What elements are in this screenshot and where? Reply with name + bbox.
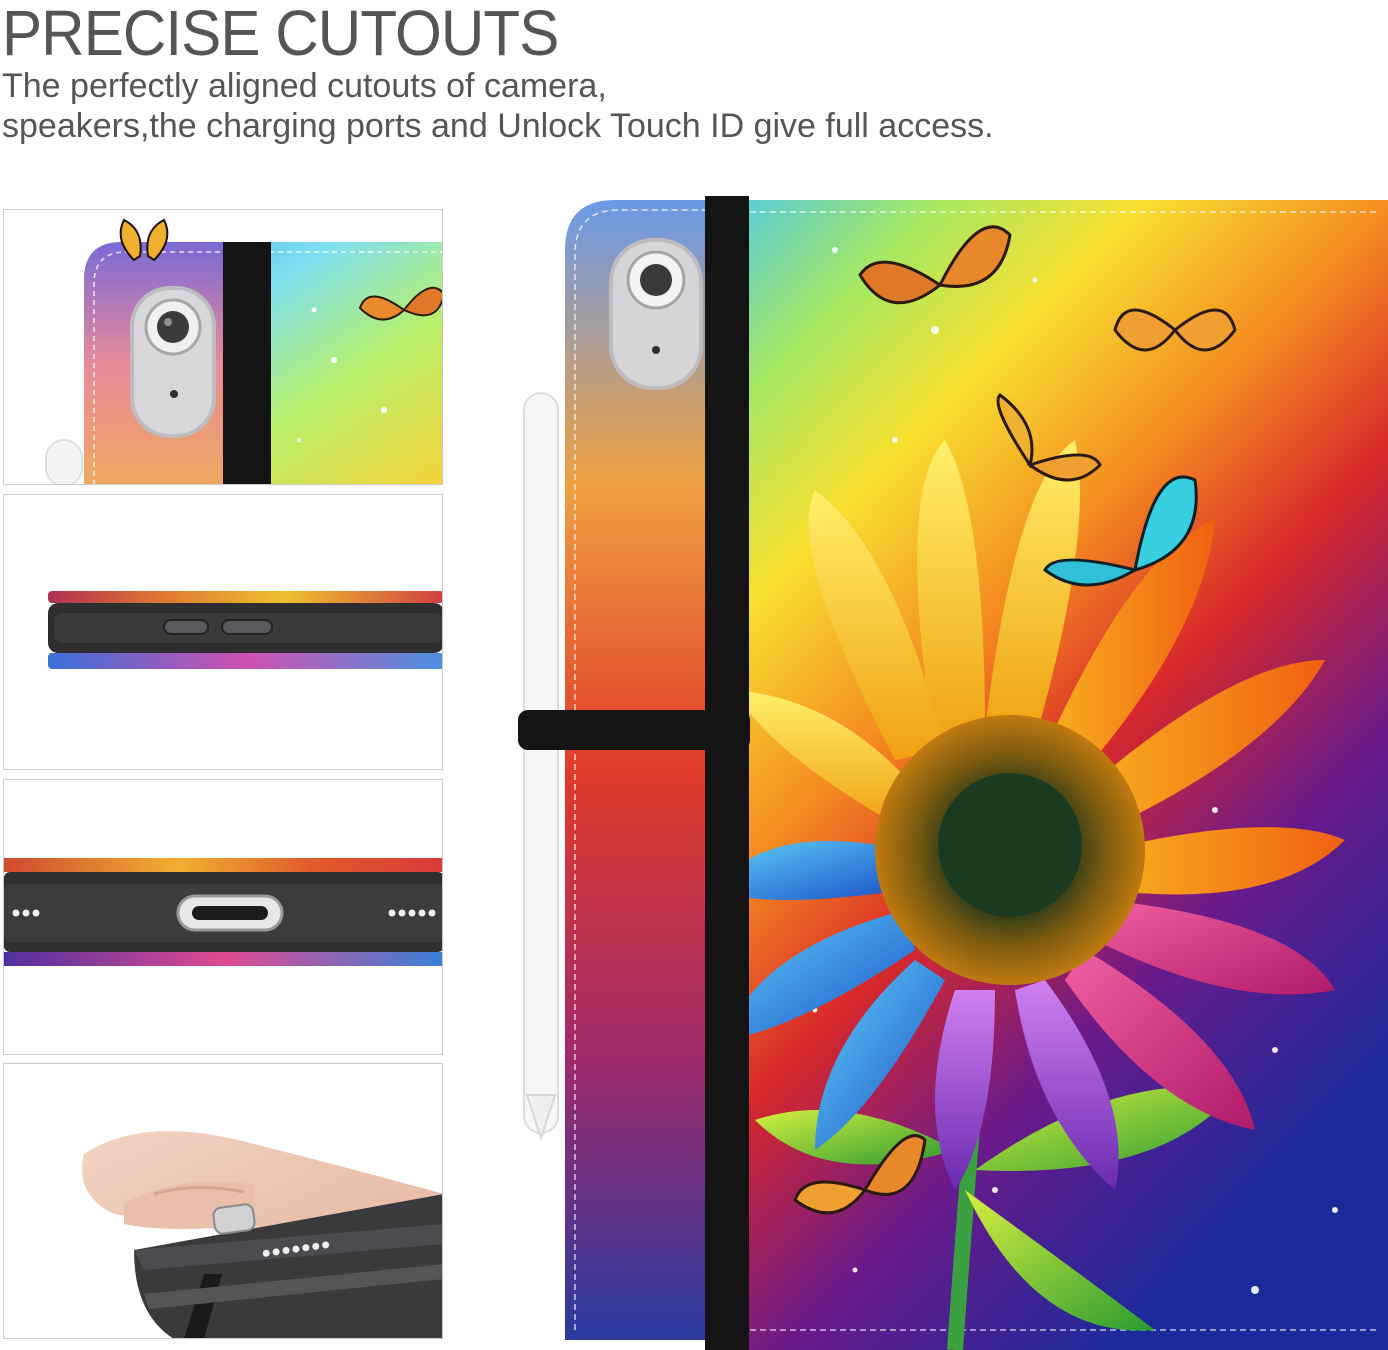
sunflower-case-image — [518, 196, 1388, 1350]
camera-cutout-image — [45, 218, 442, 484]
volume-buttons-panel — [3, 494, 443, 770]
hand-holding-image — [82, 1131, 442, 1338]
camera-cutout-panel — [3, 209, 443, 485]
volume-buttons-image — [48, 591, 442, 669]
tablet-case-figure — [515, 190, 1388, 1350]
subtitle-line-1: The perfectly aligned cutouts of camera, — [2, 67, 607, 105]
page-title: PRECISE CUTOUTS — [2, 0, 559, 69]
hand-holding-panel — [3, 1063, 443, 1339]
subtitle-line-2: speakers,the charging ports and Unlock T… — [2, 107, 994, 145]
subtitle: The perfectly aligned cutouts of camera,… — [2, 66, 994, 146]
charging-port-image — [4, 858, 442, 966]
charging-port-panel — [3, 779, 443, 1055]
